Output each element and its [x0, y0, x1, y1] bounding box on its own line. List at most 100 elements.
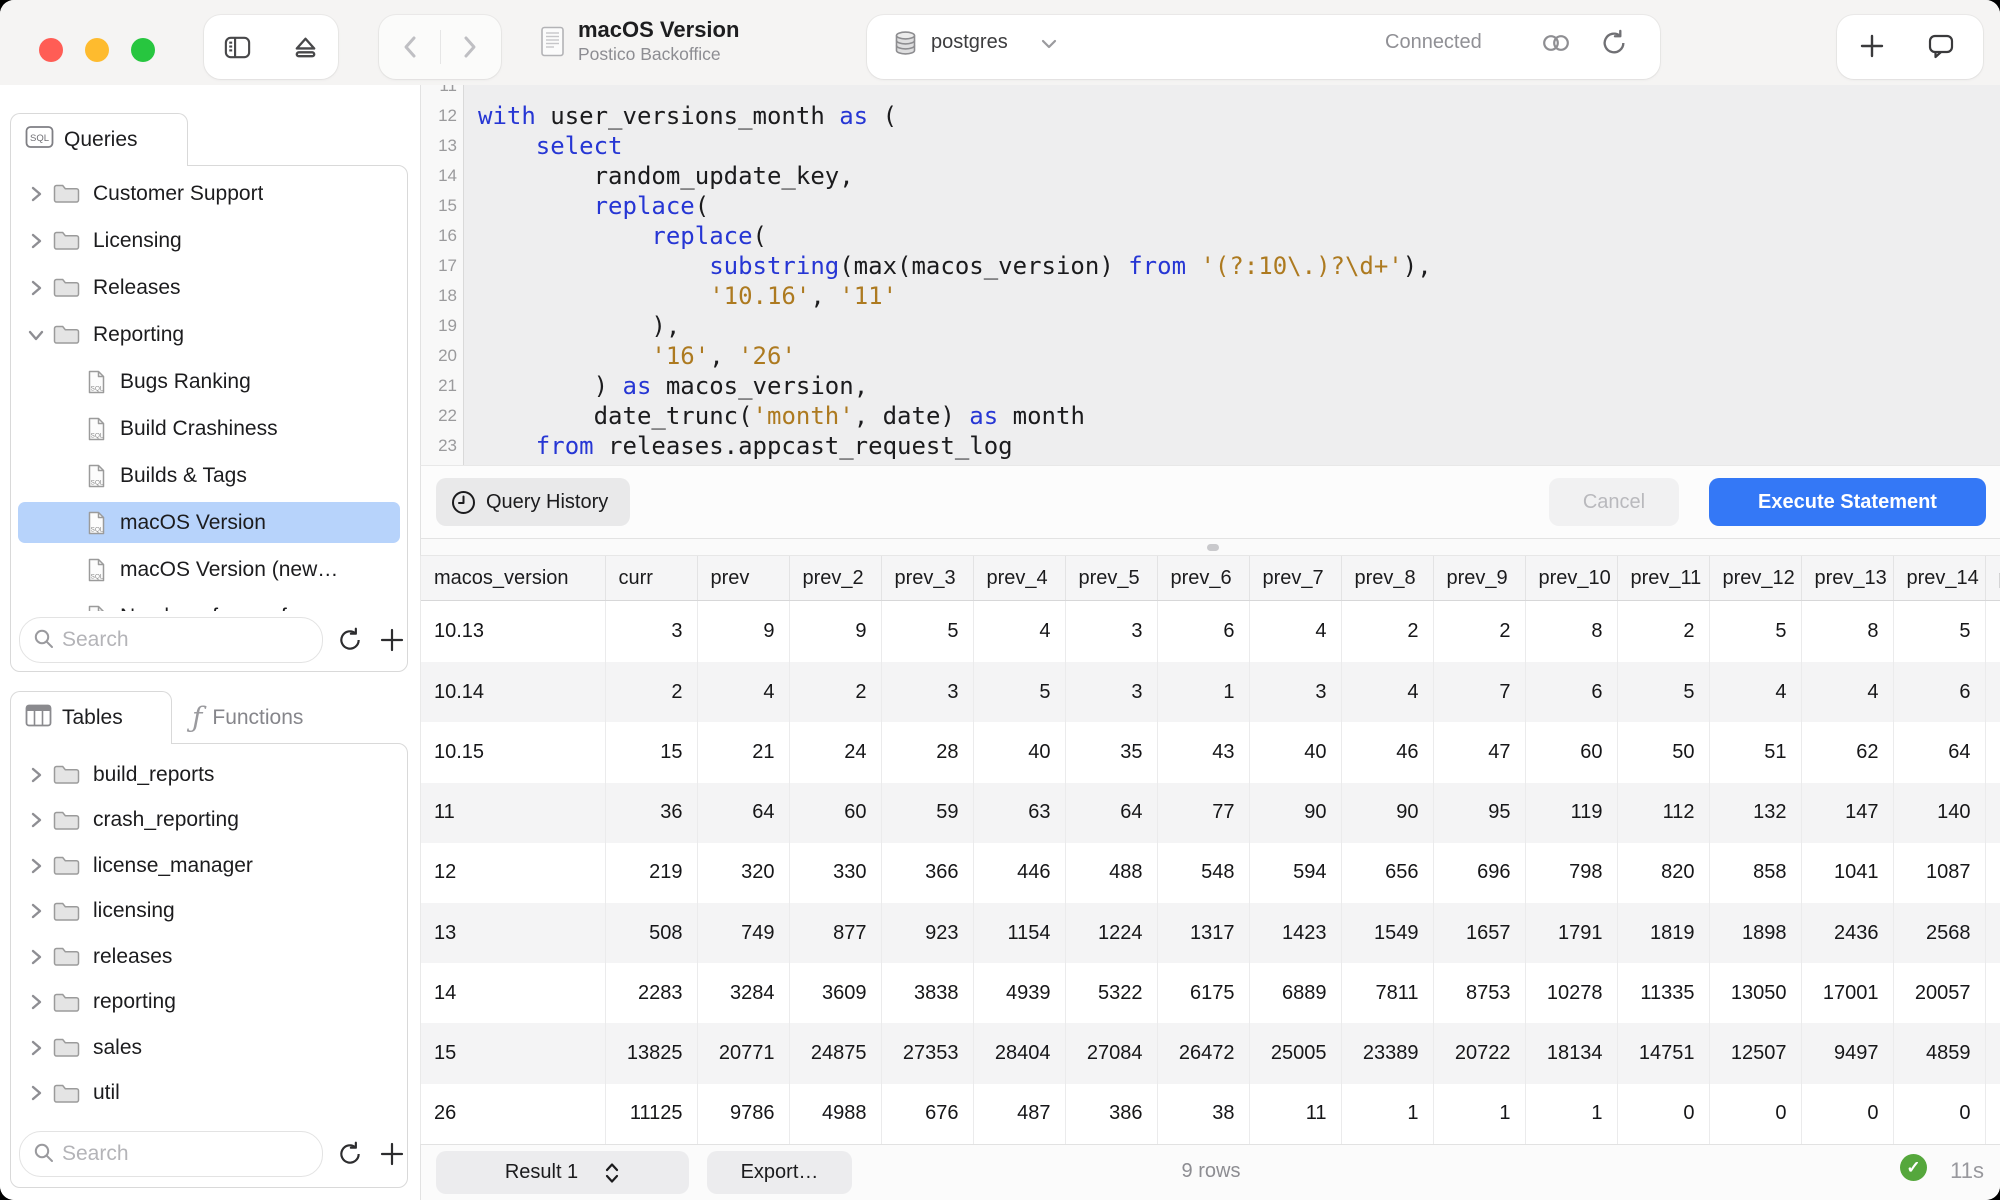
- cell-prev-6[interactable]: 43: [1157, 722, 1249, 782]
- cell-curr[interactable]: 36: [605, 783, 697, 843]
- cell-prev-5[interactable]: 35: [1065, 722, 1157, 782]
- query-item-builds-tags[interactable]: SQLBuilds & Tags: [11, 452, 407, 499]
- minimize-window-button[interactable]: [85, 38, 109, 62]
- cell-prev-14[interactable]: 5: [1893, 601, 1985, 663]
- cell-prev-9[interactable]: 47: [1433, 722, 1525, 782]
- cell-prev-2[interactable]: 60: [789, 783, 881, 843]
- code-line-17[interactable]: 17 substring(max(macos_version) from '(?…: [421, 251, 2000, 281]
- column-header-prev-7[interactable]: prev_7: [1249, 556, 1341, 601]
- zoom-window-button[interactable]: [131, 38, 155, 62]
- query-item-macos-version-new[interactable]: SQLmacOS Version (new…: [11, 546, 407, 593]
- cell-prev-12[interactable]: 12507: [1709, 1023, 1801, 1083]
- cell-prev-12[interactable]: 1898: [1709, 903, 1801, 963]
- code-line-14[interactable]: 14 random_update_key,: [421, 161, 2000, 191]
- cell-prev-7[interactable]: 3: [1249, 662, 1341, 722]
- cell-prev-4[interactable]: 487: [973, 1084, 1065, 1144]
- cell-prev-11[interactable]: 0: [1617, 1084, 1709, 1144]
- eject-icon[interactable]: [290, 32, 321, 63]
- cell-prev[interactable]: 749: [697, 903, 789, 963]
- tab-functions[interactable]: ƒ Functions: [178, 691, 358, 744]
- cell-prev-5[interactable]: 488: [1065, 843, 1157, 903]
- chevron-right-icon[interactable]: [25, 1083, 47, 1103]
- cell-prev-4[interactable]: 4939: [973, 963, 1065, 1023]
- tab-queries[interactable]: SQL Queries: [10, 113, 188, 166]
- column-header-prev[interactable]: prev: [697, 556, 789, 601]
- column-header-prev-14[interactable]: prev_14: [1893, 556, 1985, 601]
- cell-prev-5[interactable]: 3: [1065, 601, 1157, 663]
- cell-prev-8[interactable]: 656: [1341, 843, 1433, 903]
- chevron-right-icon[interactable]: [25, 810, 47, 830]
- chevron-right-icon[interactable]: [25, 856, 47, 876]
- cell-curr[interactable]: 15: [605, 722, 697, 782]
- cell-prev-3[interactable]: 5: [881, 601, 973, 663]
- chevron-right-icon[interactable]: [25, 901, 47, 921]
- code-line-23[interactable]: 23 from releases.appcast_request_log: [421, 431, 2000, 461]
- forward-icon[interactable]: [455, 33, 483, 61]
- cell-prev-9[interactable]: 696: [1433, 843, 1525, 903]
- cell-prev-14[interactable]: 0: [1893, 1084, 1985, 1144]
- cell-prev-7[interactable]: 1423: [1249, 903, 1341, 963]
- query-item-build-crashiness[interactable]: SQLBuild Crashiness: [11, 405, 407, 452]
- cell-prev-4[interactable]: 4: [973, 601, 1065, 663]
- feedback-chat-icon[interactable]: [1926, 31, 1956, 61]
- cell-prev-10[interactable]: 18134: [1525, 1023, 1617, 1083]
- cell-prev-11[interactable]: 1819: [1617, 903, 1709, 963]
- cancel-button[interactable]: Cancel: [1549, 478, 1679, 526]
- chevron-right-icon[interactable]: [25, 1038, 47, 1058]
- cell-prev-3[interactable]: 676: [881, 1084, 973, 1144]
- cell-prev-7[interactable]: 25005: [1249, 1023, 1341, 1083]
- schema-item-releases[interactable]: releases: [11, 934, 407, 980]
- back-icon[interactable]: [397, 33, 425, 61]
- code-line-16[interactable]: 16 replace(: [421, 221, 2000, 251]
- cell-prev-7[interactable]: 6889: [1249, 963, 1341, 1023]
- chevron-right-icon[interactable]: [25, 184, 47, 204]
- cell-prev-6[interactable]: 26472: [1157, 1023, 1249, 1083]
- cell-macos-version[interactable]: 12: [421, 843, 605, 903]
- cell-prev-6[interactable]: 1: [1157, 662, 1249, 722]
- cell-curr[interactable]: 11125: [605, 1084, 697, 1144]
- tables-refresh-icon[interactable]: [337, 1141, 363, 1167]
- folder-item-releases[interactable]: Releases: [11, 264, 407, 311]
- chevron-right-icon[interactable]: [25, 765, 47, 785]
- cell-prev-5[interactable]: 5322: [1065, 963, 1157, 1023]
- cell-prev-3[interactable]: 923: [881, 903, 973, 963]
- chevron-right-icon[interactable]: [25, 231, 47, 251]
- column-header-prev-4[interactable]: prev_4: [973, 556, 1065, 601]
- cell-prev-10[interactable]: 8: [1525, 601, 1617, 663]
- cell-prev-3[interactable]: 28: [881, 722, 973, 782]
- cell-prev-14[interactable]: 20057: [1893, 963, 1985, 1023]
- column-header-prev-13[interactable]: prev_13: [1801, 556, 1893, 601]
- schema-item-licensing[interactable]: licensing: [11, 889, 407, 935]
- cell-prev-2[interactable]: 24: [789, 722, 881, 782]
- cell-prev-5[interactable]: 386: [1065, 1084, 1157, 1144]
- cell-prev-2[interactable]: 9: [789, 601, 881, 663]
- column-header-prev-6[interactable]: prev_6: [1157, 556, 1249, 601]
- column-header-prev-2[interactable]: prev_2: [789, 556, 881, 601]
- cell-prev[interactable]: 9: [697, 601, 789, 663]
- column-header-prev-10[interactable]: prev_10: [1525, 556, 1617, 601]
- column-header-prev-3[interactable]: prev_3: [881, 556, 973, 601]
- code-line-21[interactable]: 21 ) as macos_version,: [421, 371, 2000, 401]
- cell-prev-11[interactable]: 50: [1617, 722, 1709, 782]
- cell-prev-4[interactable]: 40: [973, 722, 1065, 782]
- cell-prev-2[interactable]: 24875: [789, 1023, 881, 1083]
- code-line-11[interactable]: 11: [421, 85, 2000, 101]
- cell-prev-5[interactable]: 1224: [1065, 903, 1157, 963]
- cell-curr[interactable]: 3: [605, 601, 697, 663]
- cell-prev-8[interactable]: 46: [1341, 722, 1433, 782]
- connection-link-icon[interactable]: [1540, 31, 1572, 55]
- cell-prev-13[interactable]: 62: [1801, 722, 1893, 782]
- folder-item-licensing[interactable]: Licensing: [11, 217, 407, 264]
- cell-prev-12[interactable]: 4: [1709, 662, 1801, 722]
- cell-macos-version[interactable]: 26: [421, 1084, 605, 1144]
- cell-prev-13[interactable]: 1041: [1801, 843, 1893, 903]
- code-line-22[interactable]: 22 date_trunc('month', date) as month: [421, 401, 2000, 431]
- cell-prev-14[interactable]: 1087: [1893, 843, 1985, 903]
- column-header-prev-9[interactable]: prev_9: [1433, 556, 1525, 601]
- cell-prev-7[interactable]: 594: [1249, 843, 1341, 903]
- cell-macos-version[interactable]: 10.15: [421, 722, 605, 782]
- cell-macos-version[interactable]: 15: [421, 1023, 605, 1083]
- cell-macos-version[interactable]: 11: [421, 783, 605, 843]
- cell-prev-13[interactable]: 4: [1801, 662, 1893, 722]
- cell-prev-13[interactable]: 147: [1801, 783, 1893, 843]
